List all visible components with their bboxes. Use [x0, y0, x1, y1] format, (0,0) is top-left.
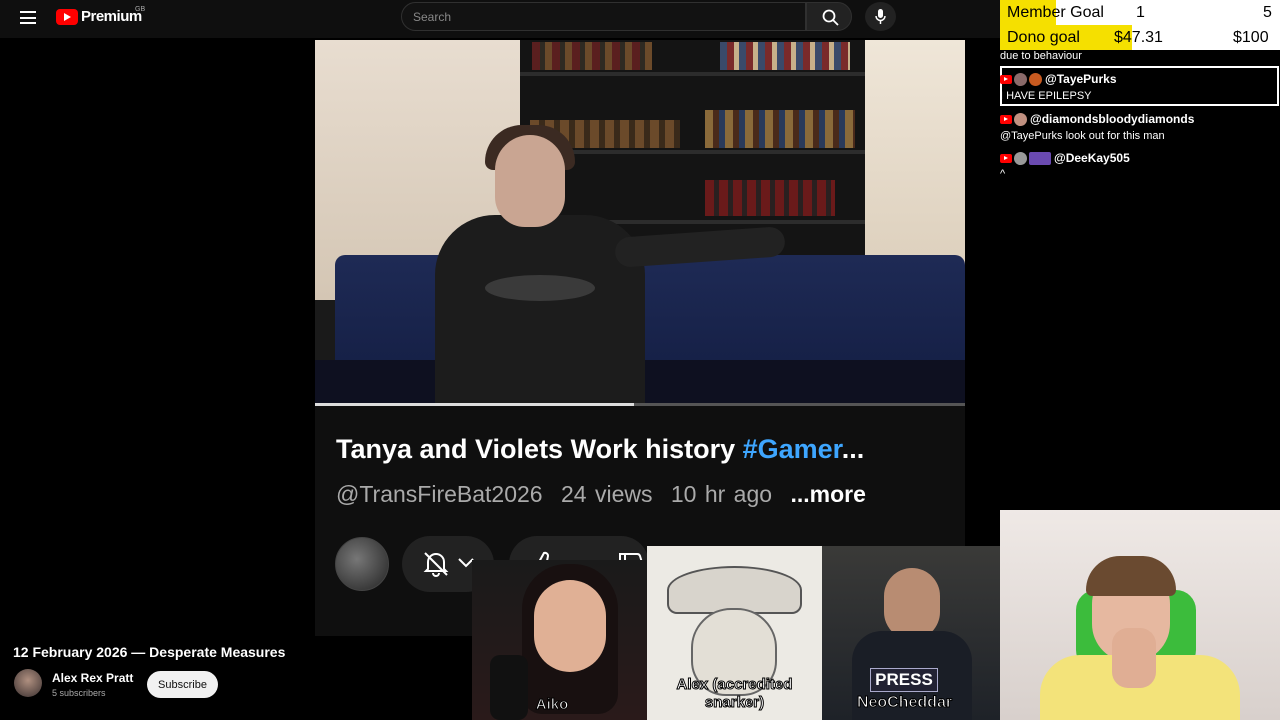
chat-badge-icon	[1029, 72, 1042, 86]
search-box[interactable]	[401, 2, 806, 31]
chat-avatar	[1014, 112, 1027, 126]
video-meta: @TransFireBat2026 24 views 10 hr ago ...…	[336, 481, 876, 508]
video-title[interactable]: Tanya and Violets Work history #Gamer...	[336, 434, 864, 465]
chat-avatar	[1014, 72, 1027, 86]
video-title-text: Tanya and Violets Work history	[336, 434, 743, 464]
webcam-aiko: Aiko	[472, 560, 647, 720]
channel-handle[interactable]: @TransFireBat2026	[336, 481, 543, 507]
host-hand	[1112, 628, 1156, 688]
webcam-label: NeoCheddar	[856, 694, 953, 712]
host-hair	[1086, 556, 1176, 596]
youtube-badge-icon	[1000, 74, 1012, 84]
press-badge: PRESS	[870, 668, 938, 692]
logo-region: GB	[135, 6, 146, 13]
chat-overlay: due to behaviour @TayePurks I HAVE EPILE…	[1000, 50, 1280, 190]
chat-message-text: I HAVE EPILEPSY	[1000, 90, 1092, 102]
dono-goal-target: $100	[1233, 29, 1269, 46]
chat-message-text: ^	[1000, 168, 1006, 180]
search-button[interactable]	[806, 2, 852, 31]
goals-panel: Member Goal 1 5 Dono goal $47.31 $100	[1000, 0, 1280, 50]
webcam-neocheddar: PRESS NeoCheddar	[822, 546, 1000, 720]
webcam-label: Aiko	[535, 696, 569, 714]
video-title-ellipsis: ...	[841, 434, 865, 464]
video-shirt-logo	[485, 275, 595, 301]
sketch-hat	[667, 566, 802, 614]
host-name[interactable]: Alex Rex Pratt	[52, 671, 133, 685]
upload-age: 10 hr ago	[670, 481, 773, 507]
video-person-head	[495, 135, 565, 227]
youtube-premium-logo[interactable]: Premium	[56, 8, 142, 25]
notification-off-icon	[423, 552, 449, 577]
menu-icon[interactable]	[20, 11, 36, 24]
chat-message-text: due to behaviour	[1000, 50, 1082, 62]
dono-goal-current: $47.31	[1114, 29, 1163, 46]
chat-author: @TayePurks	[1045, 72, 1117, 86]
member-goal-target: 5	[1263, 4, 1272, 21]
dono-goal-label: Dono goal	[1007, 29, 1080, 46]
webcam-label: Alex (accredited snarker)	[676, 676, 793, 712]
chat-author-line: @DeeKay505	[1000, 151, 1130, 165]
chat-author-line: @diamondsbloodydiamonds	[1000, 112, 1194, 126]
video-person-body	[435, 215, 645, 406]
video-title-hashtag[interactable]: #Gamer	[743, 434, 842, 464]
stream-title: 12 February 2026 — Desperate Measures	[13, 644, 286, 660]
webcam-alex: Alex (accredited snarker)	[647, 546, 822, 720]
chat-author-line: @TayePurks	[1000, 72, 1117, 86]
youtube-play-icon	[56, 8, 78, 25]
chat-author: @diamondsbloodydiamonds	[1030, 112, 1195, 126]
host-avatar[interactable]	[14, 669, 42, 697]
microphone-icon	[875, 9, 886, 24]
search-icon	[822, 9, 839, 26]
video-player[interactable]	[315, 40, 965, 406]
video-wall-right	[865, 40, 965, 270]
logo-text: Premium	[81, 8, 142, 25]
youtube-badge-icon	[1000, 153, 1012, 163]
member-goal-label: Member Goal	[1007, 4, 1104, 21]
voice-search-button[interactable]	[865, 2, 896, 31]
chat-avatar	[1014, 151, 1027, 165]
subscribe-button[interactable]: Subscribe	[147, 671, 218, 698]
aiko-face-front	[534, 580, 606, 672]
member-goal: Member Goal 1 5	[1000, 0, 1280, 25]
webcam-host	[1000, 510, 1280, 720]
channel-avatar[interactable]	[335, 537, 389, 591]
host-subscriber-count: 5 subscribers	[52, 688, 106, 698]
top-bar: Premium GB	[0, 0, 1000, 38]
crown-badge-icon	[1029, 151, 1051, 165]
chat-message-text: @TayePurks look out for this man	[1000, 130, 1165, 142]
neo-face	[884, 568, 940, 640]
view-count: 24 views	[560, 481, 653, 507]
chat-author: @DeeKay505	[1054, 151, 1130, 165]
member-goal-current: 1	[1136, 4, 1145, 21]
more-link[interactable]: ...more	[790, 481, 865, 507]
search-input[interactable]	[402, 3, 805, 30]
youtube-badge-icon	[1000, 114, 1012, 124]
dono-goal: Dono goal $47.31 $100	[1000, 25, 1280, 50]
